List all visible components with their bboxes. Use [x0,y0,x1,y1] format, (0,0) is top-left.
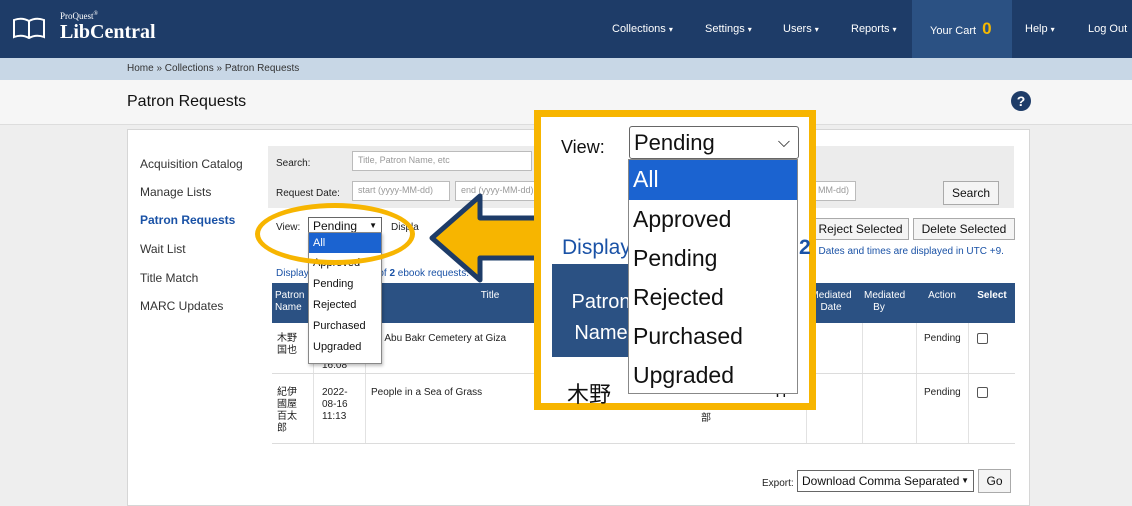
sidebar-item-title-match[interactable]: Title Match [140,271,198,285]
column-divider [968,323,969,443]
brand-libcentral[interactable]: LibCentral [60,21,156,44]
nav-settings[interactable]: Settings ▾ [705,0,752,58]
search-input[interactable]: Title, Patron Name, etc [352,151,532,171]
zoom-display-text: Display [562,236,631,259]
chevron-down-icon: ▼ [961,476,969,485]
row2-partial-text: 部 [701,413,711,424]
row2-request-date: 2022- 08-16 11:13 [322,387,348,422]
view-option-upgraded[interactable]: Upgraded [309,337,381,358]
column-header-mediated-date[interactable]: Mediated Date [810,290,852,314]
row1-select-checkbox[interactable] [977,333,988,344]
nav-cart[interactable]: Your Cart 0 [912,0,1012,58]
sidebar-item-patron-requests[interactable]: Patron Requests [140,213,235,227]
breadcrumb-bar: Home » Collections » Patron Requests [0,58,1132,80]
view-option-pending[interactable]: Pending [309,274,381,295]
zoom-count-text: 2 [799,236,811,259]
nav-logout[interactable]: Log Out [1088,0,1127,58]
sidebar-item-manage-lists[interactable]: Manage Lists [140,185,211,199]
reject-selected-button[interactable]: Reject Selected [812,218,909,240]
brand-proquest: ProQuest® [60,11,99,21]
zoom-option-pending[interactable]: Pending [629,239,797,278]
export-go-button[interactable]: Go [978,469,1011,493]
zoom-view-select[interactable]: Pending ⌵ [629,126,799,159]
row1-patron-name: 木野 国也 [277,333,297,356]
export-label: Export: [762,478,794,489]
sidebar-item-marc-updates[interactable]: MARC Updates [140,299,223,313]
row2-select-checkbox[interactable] [977,387,988,398]
row2-title[interactable]: People in a Sea of Grass [371,387,482,399]
search-label: Search: [276,158,311,169]
nav-users[interactable]: Users ▾ [783,0,819,58]
column-header-select: Select [977,290,1007,301]
zoom-row-patron: 木野 [567,382,612,407]
column-header-mediated-by[interactable]: Mediated By [864,290,905,314]
chevron-down-icon: ▾ [814,25,819,34]
zoom-option-approved[interactable]: Approved [629,200,797,239]
zoom-patron-header: Patron Name [571,291,631,344]
request-date-label: Request Date: [276,188,340,199]
column-header-title[interactable]: Title [470,290,510,301]
nav-collections[interactable]: Collections ▾ [612,0,673,58]
highlight-ellipse [255,203,415,265]
chevron-down-icon: ▾ [1050,25,1055,34]
timezone-note: : Dates and times are displayed in UTC +… [813,246,1004,257]
column-header-patron-name[interactable]: Patron Name [275,290,309,314]
end-date-input-partial[interactable]: MM-dd) [812,181,856,201]
zoom-option-rejected[interactable]: Rejected [629,278,797,317]
row2-patron-name: 紀伊 國屋 百太 郎 [277,387,297,434]
arrow-left-icon [429,193,540,283]
cart-count-badge: 0 [982,19,992,38]
nav-help[interactable]: Help ▾ [1025,0,1055,58]
search-button[interactable]: Search [943,181,999,205]
row-divider [272,443,1015,444]
chevron-down-icon: ▾ [747,25,752,34]
display-count-label: Display [276,268,309,279]
zoom-view-label: View: [561,137,605,157]
column-header-action: Action [928,290,956,301]
column-divider [862,323,863,443]
chevron-down-icon: ▾ [668,25,673,34]
sidebar-item-acquisition-catalog[interactable]: Acquisition Catalog [140,157,243,171]
row1-title[interactable]: he Abu Bakr Cemetery at Giza [371,333,506,345]
delete-selected-button[interactable]: Delete Selected [913,218,1015,240]
view-option-rejected[interactable]: Rejected [309,295,381,316]
export-format-select[interactable]: Download Comma Separated ▼ [797,470,974,492]
chevron-down-icon: ▾ [892,25,897,34]
open-book-icon [13,17,45,39]
row2-action-link[interactable]: Pending [924,387,961,399]
breadcrumb[interactable]: Home » Collections » Patron Requests [127,63,299,74]
column-divider [916,323,917,443]
sidebar-item-wait-list[interactable]: Wait List [140,242,186,256]
zoom-option-purchased[interactable]: Purchased [629,317,797,356]
chevron-down-icon: ⌵ [777,134,790,151]
help-icon[interactable]: ? [1011,91,1031,111]
zoom-view-dropdown-list: All Approved Pending Rejected Purchased … [628,159,798,394]
zoom-option-all[interactable]: All [629,160,797,200]
view-option-purchased[interactable]: Purchased [309,316,381,337]
nav-reports[interactable]: Reports ▾ [851,0,897,58]
page-title: Patron Requests [127,93,247,110]
top-navigation-bar: ProQuest® LibCentral Collections ▾ Settin… [0,0,1132,58]
zoom-option-upgraded[interactable]: Upgraded [629,356,797,395]
row1-action-link[interactable]: Pending [924,333,961,345]
